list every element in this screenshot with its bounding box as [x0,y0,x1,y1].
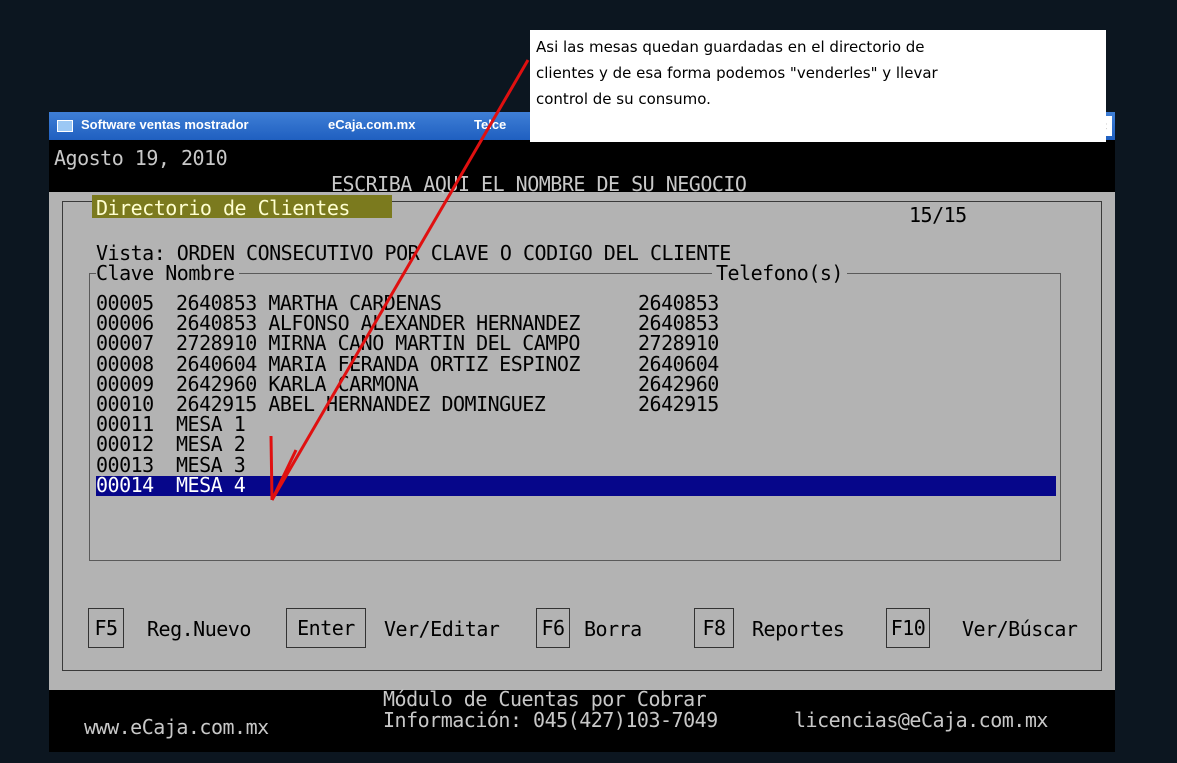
cell-clave: 00010 [96,392,154,416]
cell-nombre: 2640604 MARIA FERANDA ORTIZ ESPINOZ [176,351,580,376]
cell-tel: 2642915 [638,392,719,416]
cell-clave: 00014 [96,472,154,497]
fkey-f5-label[interactable]: Reg.Nuevo [147,619,251,639]
column-header-clave-nombre: Clave Nombre [96,263,239,283]
panel-title: Directorio de Clientes [96,196,350,220]
cell-clave: 00013 [96,452,154,477]
cell-clave: 00006 [96,311,154,336]
table-row[interactable]: 00014 MESA 4 [96,472,1056,497]
column-header-telefono: Telefono(s) [712,263,847,283]
footer-website: www.eCaja.com.mx [84,715,269,739]
cell-clave: 00011 [96,412,154,437]
fkey-f8-button[interactable]: F8 [694,608,734,648]
fkey-f6-label[interactable]: Borra [584,619,642,639]
cell-clave: 00008 [96,351,154,376]
fkey-f8-label[interactable]: Reportes [752,619,845,639]
cell-nombre: MESA 1 [176,412,246,437]
current-date: Agosto 19, 2010 [54,146,228,170]
fkey-f6-button[interactable]: F6 [536,608,570,648]
cell-clave: 00007 [96,331,154,356]
cell-clave: 00012 [96,432,154,457]
fkey-f10-label[interactable]: Ver/Búscar [962,619,1078,639]
footer-email: licencias@eCaja.com.mx [794,708,1048,732]
cell-nombre: 2640853 MARTHA CARDENAS [176,291,442,315]
view-label: Vista: ORDEN CONSECUTIVO POR CLAVE O COD… [96,241,731,265]
cell-nombre: MESA 2 [176,432,246,457]
annotation-callout: Asi las mesas quedan guardadas en el dir… [530,30,1106,142]
app-icon [57,120,73,132]
title-extra: Telce [474,117,507,132]
fkey-f10-button[interactable]: F10 [886,608,930,648]
title-app-name: Software ventas mostrador [81,117,249,132]
cell-tel: 2728910 [638,331,719,356]
callout-line: control de su consumo. [536,90,711,108]
cell-tel: 2640853 [638,311,719,336]
cell-tel: 2640604 [638,351,719,376]
title-site: eCaja.com.mx [328,117,416,132]
callout-line: clientes y de esa forma podemos "venderl… [536,64,938,82]
business-name: ESCRIBA AQUI EL NOMBRE DE SU NEGOCIO [331,172,747,196]
cell-tel: 2640853 [638,291,719,315]
cell-tel: 2642960 [638,371,719,396]
record-counter: 15/15 [905,205,971,225]
fkey-enter-label[interactable]: Ver/Editar [384,619,500,639]
fkey-enter-button[interactable]: Enter [286,608,366,648]
cell-nombre: 2640853 ALFONSO ALEXANDER HERNANDEZ [176,311,580,336]
cell-clave: 00005 [96,291,154,315]
callout-line: Asi las mesas quedan guardadas en el dir… [536,38,925,56]
fkey-f5-button[interactable]: F5 [88,608,124,648]
cell-nombre: MESA 3 [176,452,246,477]
cell-nombre: MESA 4 [176,472,246,497]
cell-nombre: 2642960 KARLA CARMONA [176,371,419,396]
cell-nombre: 2728910 MIRNA CANO MARTIN DEL CAMPO [176,331,580,356]
footer-info: Información: 045(427)103-7049 [383,708,718,732]
footer-module: Módulo de Cuentas por Cobrar [383,687,707,711]
cell-clave: 00009 [96,371,154,396]
cell-nombre: 2642915 ABEL HERNANDEZ DOMINGUEZ [176,392,546,416]
